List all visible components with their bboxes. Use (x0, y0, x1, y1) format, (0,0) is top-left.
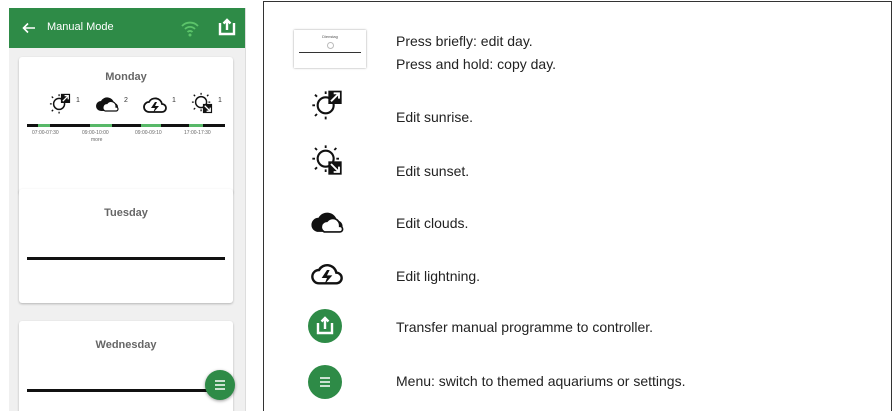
clouds-icon[interactable] (95, 96, 119, 112)
more-link[interactable]: more (91, 137, 102, 143)
thumbnail-timeline (299, 52, 361, 53)
upload-icon (316, 316, 334, 335)
app-bar: Manual Mode (9, 8, 245, 48)
event-count: 1 (218, 97, 222, 104)
app-screen: Manual Mode Monday 1 2 1 1 07:00-07:30 0… (9, 8, 246, 411)
wifi-icon[interactable] (179, 18, 201, 40)
timeline (27, 257, 225, 260)
legend-text: Edit lightning. (396, 268, 481, 284)
day-title: Tuesday (104, 207, 148, 219)
day-card-monday[interactable]: Monday 1 2 1 1 07:00-07:30 09:00-10:00 0… (19, 57, 233, 194)
menu-button-sample (308, 365, 342, 399)
timeline-segment (141, 124, 161, 127)
thumbnail-day-title: Dienstag (322, 34, 338, 39)
timeline-segment (189, 124, 203, 127)
sunset-icon (312, 145, 342, 175)
back-arrow-icon[interactable] (20, 19, 38, 37)
legend-text: Edit sunrise. (396, 109, 474, 125)
day-card-thumbnail: Dienstag (294, 30, 366, 68)
legend-text: Press and hold: copy day. (396, 56, 557, 72)
day-card-wednesday[interactable]: Wednesday (19, 321, 233, 411)
lightning-icon[interactable] (143, 96, 167, 114)
event-count: 1 (76, 97, 80, 104)
clouds-icon (311, 212, 344, 233)
page-title: Manual Mode (47, 21, 114, 33)
menu-icon (215, 380, 225, 390)
timeline-segment (38, 124, 50, 127)
sunrise-icon (312, 90, 342, 120)
day-card-tuesday[interactable]: Tuesday (19, 189, 233, 303)
time-label: 07:00-07:30 (32, 130, 59, 136)
legend-panel: Dienstag Press briefly: edit day. Press … (263, 1, 892, 411)
legend-text: Press briefly: edit day. (396, 33, 533, 49)
menu-icon (320, 377, 330, 387)
legend-text: Edit sunset. (396, 163, 470, 179)
upload-icon[interactable] (217, 17, 237, 37)
timeline (27, 389, 225, 392)
day-title: Monday (105, 71, 147, 83)
sunrise-icon[interactable] (49, 92, 71, 114)
time-label: 09:00-10:00 (82, 130, 109, 136)
thumbnail-sun-icon (327, 42, 334, 49)
menu-button[interactable] (205, 370, 235, 400)
event-count: 2 (124, 97, 128, 104)
upload-button-sample (308, 309, 342, 343)
timeline-segment (90, 124, 112, 127)
event-count: 1 (172, 97, 176, 104)
legend-text: Transfer manual programme to controller. (396, 319, 654, 335)
legend-text: Edit clouds. (396, 215, 469, 231)
lightning-icon (311, 263, 343, 285)
day-title: Wednesday (95, 339, 157, 351)
sunset-icon[interactable] (191, 92, 213, 114)
time-label: 17:00-17:30 (184, 130, 211, 136)
legend-text: Menu: switch to themed aquariums or sett… (396, 373, 686, 389)
time-label: 09:00-09:10 (135, 130, 162, 136)
